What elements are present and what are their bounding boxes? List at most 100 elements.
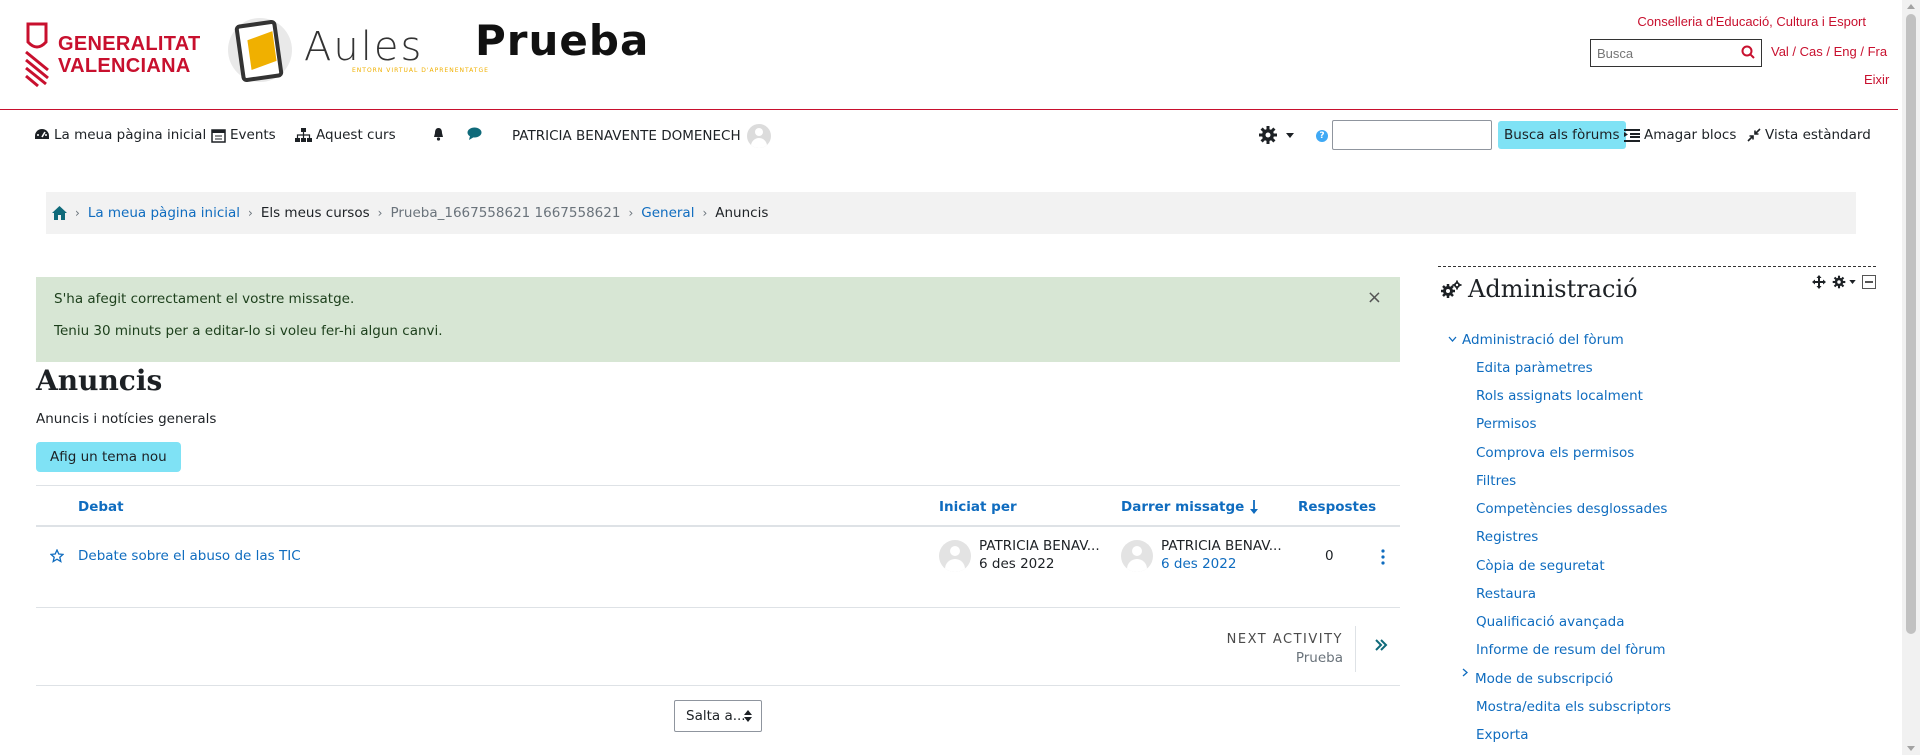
column-started-by[interactable]: Iniciat per — [939, 499, 1017, 515]
administration-block: Administració Administració del fòrum Ed… — [1438, 266, 1876, 755]
user-menu[interactable]: PATRICIA BENAVENTE DOMENECH — [512, 124, 771, 148]
nav-this-course[interactable]: Aquest curs — [295, 127, 396, 143]
site-search — [1590, 39, 1762, 67]
generalitat-text-line2: VALENCIANA — [58, 55, 191, 77]
alert-message: S'ha afegit correctament el vostre missa… — [54, 291, 355, 307]
chevron-down-icon[interactable] — [1448, 336, 1457, 342]
block-header: Administració — [1440, 275, 1638, 303]
admin-item-advanced-grading[interactable]: Qualificació avançada — [1476, 614, 1625, 630]
admin-item-filters[interactable]: Filtres — [1476, 473, 1516, 489]
generalitat-logo[interactable]: GENERALITAT VALENCIANA — [24, 22, 201, 88]
dashboard-icon — [35, 129, 49, 139]
admin-item-backup[interactable]: Còpia de seguretat — [1476, 558, 1605, 574]
caret-down-icon — [1849, 280, 1856, 284]
conselleria-link[interactable]: Conselleria d'Educació, Cultura i Esport — [1637, 14, 1866, 29]
logout-link[interactable]: Eixir — [1864, 72, 1889, 87]
scroll-up-arrow-icon[interactable] — [1907, 4, 1915, 9]
search-icon[interactable] — [1741, 45, 1755, 59]
user-avatar — [746, 124, 771, 148]
forum-search-button[interactable]: Busca als fòrums — [1498, 121, 1626, 149]
nav-events[interactable]: Events — [211, 127, 276, 143]
collapse-block-icon[interactable] — [1862, 275, 1876, 289]
block-settings-menu[interactable] — [1832, 275, 1856, 289]
breadcrumb-separator: › — [377, 206, 383, 220]
breadcrumb-dashboard[interactable]: La meua pàgina inicial — [88, 205, 240, 221]
help-icon[interactable]: ? — [1316, 130, 1328, 142]
breadcrumb-current: Anuncis — [715, 205, 769, 221]
admin-item-export[interactable]: Exporta — [1476, 727, 1528, 743]
admin-item-forum-admin[interactable]: Administració del fòrum — [1462, 332, 1624, 348]
breadcrumb-my-courses[interactable]: Els meus cursos — [261, 205, 370, 221]
site-name-logo[interactable]: Prueba — [475, 16, 649, 65]
breadcrumb: › La meua pàgina inicial › Els meus curs… — [46, 192, 1856, 234]
star-icon[interactable] — [50, 549, 64, 563]
standard-view-button[interactable]: Vista estàndard — [1747, 127, 1871, 143]
nav-dashboard[interactable]: La meua pàgina inicial — [34, 127, 206, 143]
aules-logo[interactable]: Aules ENTORN VIRTUAL D'APRENENTATGE — [228, 18, 489, 83]
move-icon[interactable] — [1812, 275, 1826, 289]
jump-to-select[interactable]: Salta a... — [674, 700, 762, 732]
kebab-menu-icon[interactable] — [1381, 549, 1385, 565]
forum-search-input[interactable] — [1332, 120, 1492, 150]
column-last-post[interactable]: Darrer missatge — [1121, 499, 1259, 515]
replies-count[interactable]: 0 — [1325, 548, 1334, 564]
page-scrollbar[interactable] — [1902, 0, 1920, 755]
jump-to-label: Salta a... — [686, 708, 746, 724]
admin-item-subscription-mode[interactable]: Mode de subscripció — [1475, 671, 1613, 687]
chevron-right-icon[interactable] — [1462, 668, 1468, 677]
breadcrumb-course[interactable]: Prueba_1667558621 1667558621 — [390, 205, 620, 221]
page-title: Anuncis — [36, 364, 163, 397]
hide-blocks-label: Amagar blocs — [1644, 127, 1737, 143]
aules-tablet-icon — [228, 18, 292, 83]
column-discussion[interactable]: Debat — [78, 499, 124, 515]
table-header: Debat Iniciat per Darrer missatge Respos… — [36, 485, 1400, 527]
admin-item-check-permissions[interactable]: Comprova els permisos — [1476, 445, 1634, 461]
main-navbar: La meua pàgina inicial Events Aquest cur… — [0, 111, 1898, 161]
breadcrumb-separator: › — [702, 206, 708, 220]
bell-icon — [434, 128, 443, 141]
admin-item-forum-summary[interactable]: Informe de resum del fòrum — [1476, 642, 1666, 658]
scroll-down-arrow-icon[interactable] — [1907, 746, 1915, 751]
site-header: GENERALITAT VALENCIANA Aules ENTORN VIRT… — [0, 0, 1898, 110]
breadcrumb-section[interactable]: General — [641, 205, 694, 221]
language-selector[interactable]: Val / Cas / Eng / Fra — [1771, 44, 1887, 59]
starter-avatar[interactable] — [939, 540, 971, 572]
last-poster-avatar[interactable] — [1121, 540, 1153, 572]
aules-subtitle: ENTORN VIRTUAL D'APRENENTATGE — [352, 66, 489, 74]
last-post-date-link[interactable]: 6 des 2022 — [1161, 556, 1236, 572]
admin-item-subscribers[interactable]: Mostra/edita els subscriptors — [1476, 699, 1671, 715]
breadcrumb-separator: › — [75, 206, 80, 220]
block-title: Administració — [1468, 275, 1638, 303]
next-activity-label: NEXT ACTIVITY — [1226, 632, 1343, 647]
double-chevron-right-icon[interactable] — [1374, 638, 1388, 652]
notifications-button[interactable] — [432, 127, 449, 141]
admin-item-local-roles[interactable]: Rols assignats localment — [1476, 388, 1643, 404]
settings-menu[interactable] — [1258, 125, 1298, 145]
block-controls — [1812, 275, 1876, 289]
admin-item-permissions[interactable]: Permisos — [1476, 416, 1537, 432]
caret-down-icon — [1286, 132, 1294, 138]
add-topic-button[interactable]: Afig un tema nou — [36, 442, 181, 472]
starter-name[interactable]: PATRICIA BENAV... — [979, 538, 1100, 554]
standard-view-label: Vista estàndard — [1765, 127, 1871, 143]
started-date: 6 des 2022 — [979, 556, 1055, 572]
admin-item-edit-settings[interactable]: Edita paràmetres — [1476, 360, 1593, 376]
admin-item-logs[interactable]: Registres — [1476, 529, 1538, 545]
sitemap-icon — [295, 128, 312, 142]
hide-blocks-button[interactable]: Amagar blocs — [1624, 127, 1736, 143]
aules-wordmark: Aules — [304, 23, 424, 70]
admin-item-restore[interactable]: Restaura — [1476, 586, 1536, 602]
alert-close-button[interactable]: × — [1367, 289, 1382, 307]
scrollbar-thumb[interactable] — [1906, 14, 1916, 634]
site-search-input[interactable] — [1591, 41, 1731, 65]
next-activity-nav[interactable]: NEXT ACTIVITY Prueba — [36, 608, 1400, 686]
last-poster-name[interactable]: PATRICIA BENAV... — [1161, 538, 1282, 554]
home-icon[interactable] — [52, 206, 67, 220]
admin-item-competencies[interactable]: Competències desglossades — [1476, 501, 1667, 517]
success-alert: S'ha afegit correctament el vostre missa… — [36, 277, 1400, 362]
messages-button[interactable] — [467, 127, 486, 140]
discussion-title-link[interactable]: Debate sobre el abuso de las TIC — [78, 548, 301, 564]
next-activity-name[interactable]: Prueba — [1296, 650, 1343, 666]
column-replies[interactable]: Respostes — [1298, 499, 1376, 515]
column-last-post-label: Darrer missatge — [1121, 499, 1245, 515]
